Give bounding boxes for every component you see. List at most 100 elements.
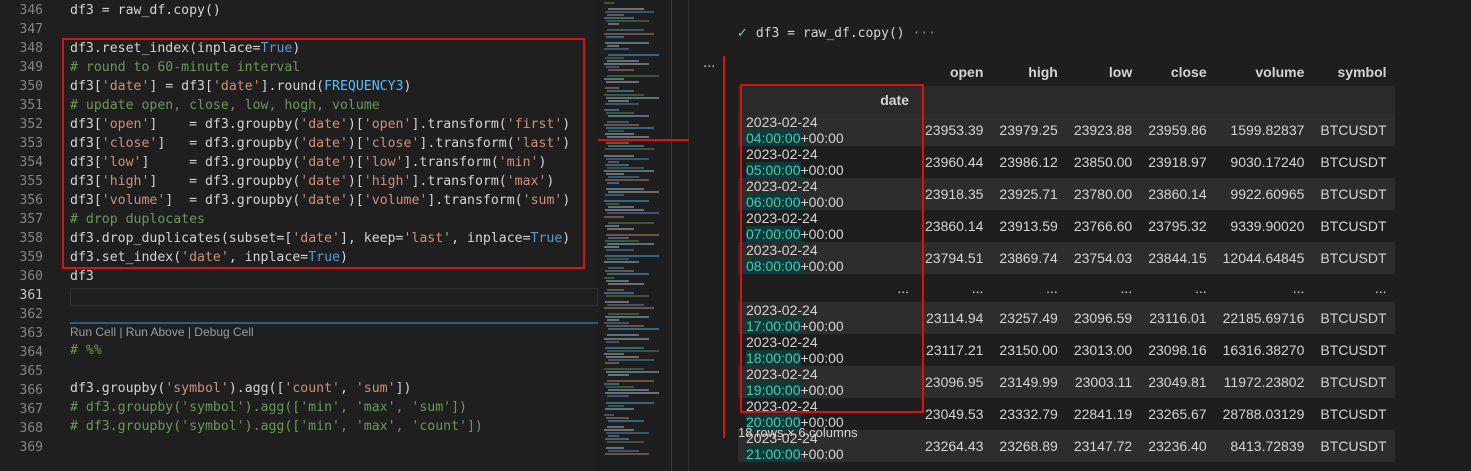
minimap-line	[607, 273, 649, 276]
minimap-line	[607, 75, 659, 78]
index-timezone: +00:00	[800, 318, 844, 334]
line-number: 364	[19, 345, 43, 360]
cell-high: 23149.99	[991, 366, 1066, 398]
minimap-line	[605, 407, 634, 410]
minimap-line	[606, 127, 654, 130]
column-header: low	[1065, 58, 1141, 86]
minimap-line	[605, 87, 619, 90]
minimap-line	[604, 2, 614, 4]
minimap-line	[607, 288, 624, 291]
minimap-line	[608, 69, 634, 72]
code-line-360[interactable]: df3	[70, 267, 94, 286]
code-line-367[interactable]: # df3.groupby('symbol').agg(['min', 'max…	[70, 417, 483, 436]
minimap-line	[606, 111, 634, 114]
line-number: 363	[19, 326, 43, 341]
cell-low: 23923.88	[1065, 114, 1141, 146]
minimap-line	[605, 392, 659, 395]
run-cell-codelens[interactable]: Run Cell | Run Above | Debug Cell	[70, 324, 254, 340]
output-cell-code: df3 = raw_df.copy()	[755, 26, 905, 41]
table-row: 2023-02-24 05:00:00+00:00 23960.44 23986.1…	[738, 146, 1395, 178]
minimap-line	[604, 108, 619, 111]
cell-close: 23236.40	[1140, 430, 1215, 462]
index-cell: 2023-02-24 04:00:00+00:00	[738, 114, 917, 146]
table-row: .....................	[738, 274, 1395, 302]
cell-open: 23918.35	[917, 178, 992, 210]
minimap-line	[608, 282, 644, 285]
cell-high: 23268.89	[991, 430, 1066, 462]
scrollbar-track[interactable]	[671, 0, 672, 471]
column-header: open	[917, 58, 992, 86]
cell-close: 23265.67	[1140, 398, 1215, 430]
cell-symbol: BTCUSDT	[1312, 210, 1395, 242]
minimap-line	[605, 133, 634, 136]
ellipsis-cell: ...	[1312, 274, 1395, 302]
current-line-highlight	[70, 288, 598, 306]
minimap-line	[605, 178, 649, 181]
minimap-line	[606, 172, 624, 175]
minimap-line	[608, 8, 644, 11]
index-time: 18:00:00	[746, 350, 801, 366]
line-number: 369	[19, 440, 43, 455]
minimap-line	[608, 191, 659, 194]
minimap-line	[606, 325, 644, 328]
cell-low: 23766.60	[1065, 210, 1141, 242]
minimap[interactable]	[600, 0, 660, 471]
ellipsis-cell: ...	[1065, 274, 1141, 302]
minimap-line	[608, 130, 624, 133]
cell-volume: 9339.90020	[1214, 210, 1313, 242]
cell-open: 23794.51	[917, 242, 992, 274]
line-number: 355	[19, 174, 43, 189]
cell-volume: 16316.38270	[1214, 334, 1313, 366]
cell-volume: 11972.23802	[1214, 366, 1313, 398]
minimap-line	[604, 352, 624, 355]
minimap-line	[608, 328, 659, 331]
minimap-line	[608, 23, 619, 26]
index-time: 19:00:00	[746, 382, 801, 398]
minimap-line	[608, 435, 619, 438]
cell-volume: 22185.69716	[1214, 302, 1313, 334]
line-number: 351	[19, 98, 43, 113]
cell-low: 23096.59	[1065, 302, 1141, 334]
minimap-line	[604, 322, 629, 325]
more-actions-icon[interactable]: ···	[912, 26, 935, 41]
index-cell: 2023-02-24 17:00:00+00:00	[738, 302, 917, 334]
minimap-line	[605, 255, 659, 258]
minimap-line	[607, 319, 619, 322]
minimap-line	[606, 447, 624, 450]
minimap-line	[605, 163, 629, 166]
cell-low: 23003.11	[1065, 366, 1141, 398]
minimap-line	[606, 386, 634, 389]
code-line-346[interactable]: df3 = raw_df.copy()	[70, 1, 221, 20]
ellipsis-cell: ...	[1214, 274, 1313, 302]
cell-low: 23780.00	[1065, 178, 1141, 210]
minimap-line	[607, 29, 644, 32]
index-date: 2023-02-24	[746, 114, 818, 130]
output-menu-ellipsis-icon[interactable]: ···	[703, 60, 715, 75]
cell-close: 23795.32	[1140, 210, 1215, 242]
cell-volume: 8413.72839	[1214, 430, 1313, 462]
cell-high: 23150.00	[991, 334, 1066, 366]
cell-high: 23986.12	[991, 146, 1066, 178]
cell-high: 23925.71	[991, 178, 1066, 210]
minimap-line	[608, 99, 629, 102]
index-cell: 2023-02-24 07:00:00+00:00	[738, 210, 917, 242]
minimap-line	[606, 432, 649, 435]
minimap-line	[606, 294, 649, 297]
code-line-365[interactable]: df3.groupby('symbol').agg(['count', 'sum…	[70, 379, 411, 398]
minimap-line	[606, 279, 629, 282]
cell-close: 23959.86	[1140, 114, 1215, 146]
minimap-line	[607, 59, 639, 62]
index-time: 04:00:00	[746, 130, 801, 146]
minimap-line	[604, 291, 634, 294]
cell-close: 23860.14	[1140, 178, 1215, 210]
code-line-363[interactable]: # %%	[70, 341, 102, 360]
table-row: 2023-02-24 08:00:00+00:00 23794.51 23869.7…	[738, 242, 1395, 274]
table-row: 2023-02-24 07:00:00+00:00 23860.14 23913.5…	[738, 210, 1395, 242]
index-time: 07:00:00	[746, 226, 801, 242]
cell-symbol: BTCUSDT	[1312, 398, 1395, 430]
code-line-366[interactable]: # df3.groupby('symbol').agg(['min', 'max…	[70, 398, 467, 417]
code-editor[interactable]: 346 347 348 349 350 351 352 353 354 355 356 357 358 3…	[0, 0, 598, 471]
output-cell-header[interactable]: ✓ df3 = raw_df.copy() ···	[737, 26, 936, 41]
minimap-line	[606, 249, 634, 252]
minimap-line	[604, 200, 649, 203]
